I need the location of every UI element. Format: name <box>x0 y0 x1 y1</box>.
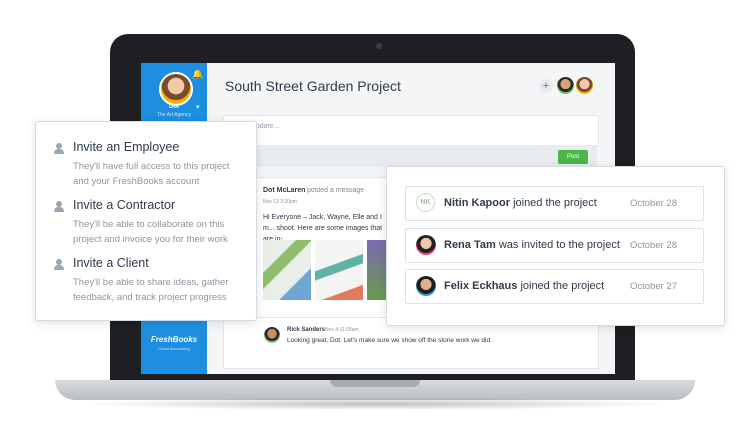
sidebar-agency: The Art Agency <box>157 112 191 118</box>
activity-text: Nitin Kapoor joined the project <box>444 197 597 209</box>
activity-date: October 28 <box>630 198 677 209</box>
member-avatar[interactable] <box>576 77 593 94</box>
member-avatar[interactable] <box>557 77 574 94</box>
invite-card: Invite an Employee They'll have full acc… <box>35 121 257 321</box>
message-author[interactable]: Dot McLaren <box>263 187 305 194</box>
activity-row[interactable]: Rena Tam was invited to the project Octo… <box>405 228 704 263</box>
reply-author[interactable]: Rick Sanders <box>287 327 325 333</box>
activity-name[interactable]: Nitin Kapoor <box>444 197 510 209</box>
avatar <box>416 235 436 255</box>
activity-row[interactable]: NK Nitin Kapoor joined the project Octob… <box>405 186 704 221</box>
chevron-down-icon[interactable]: ▾ <box>196 103 200 111</box>
activity-row[interactable]: Felix Eckhaus joined the project October… <box>405 269 704 304</box>
freshbooks-logo-sub: Cloud Accounting <box>158 346 190 351</box>
person-icon <box>54 201 64 212</box>
compose-toolbar <box>223 145 597 167</box>
initials-avatar: NK <box>416 193 435 212</box>
activity-text: Rena Tam was invited to the project <box>444 239 620 251</box>
avatar <box>264 327 280 343</box>
laptop-shadow <box>80 398 670 410</box>
activity-name[interactable]: Felix Eckhaus <box>444 280 517 292</box>
invite-employee-desc: They'll have full access to this project… <box>73 161 230 187</box>
reply-body: Looking great, Dot. Let's make sure we s… <box>287 337 492 344</box>
freshbooks-logo: FreshBooks <box>150 335 198 344</box>
attachment-image[interactable] <box>263 240 311 300</box>
camera-icon <box>376 43 382 49</box>
add-member-button[interactable]: + <box>539 79 553 93</box>
activity-name[interactable]: Rena Tam <box>444 239 496 251</box>
activity-action: joined the project <box>520 280 605 292</box>
message-time: Nov 13 3:20pm <box>263 199 297 205</box>
reply-time: Nov 4 11:00am <box>325 327 359 333</box>
invite-client-option[interactable]: Invite a Client <box>73 256 149 270</box>
activity-action: joined the project <box>513 197 597 209</box>
invite-client-desc: They'll be able to share ideas, gather f… <box>73 277 229 303</box>
activity-date: October 27 <box>630 281 677 292</box>
avatar <box>416 276 436 296</box>
invite-contractor-desc: They'll be able to collaborate on this p… <box>73 219 228 245</box>
activity-text: Felix Eckhaus joined the project <box>444 280 604 292</box>
attachment-image[interactable] <box>315 240 363 300</box>
bell-icon[interactable]: 🔔 <box>192 69 203 80</box>
person-icon <box>54 143 64 154</box>
activity-date: October 28 <box>630 240 677 251</box>
person-icon <box>54 259 64 270</box>
activity-action: was invited to the project <box>498 239 620 251</box>
update-input[interactable] <box>223 115 599 147</box>
invite-employee-option[interactable]: Invite an Employee <box>73 140 179 154</box>
post-button[interactable]: Post <box>558 150 588 164</box>
message-action: posted a message <box>307 187 365 194</box>
page-title: South Street Garden Project <box>225 78 401 94</box>
laptop-notch <box>330 380 420 387</box>
user-avatar[interactable] <box>159 72 193 106</box>
invite-contractor-option[interactable]: Invite a Contractor <box>73 198 175 212</box>
